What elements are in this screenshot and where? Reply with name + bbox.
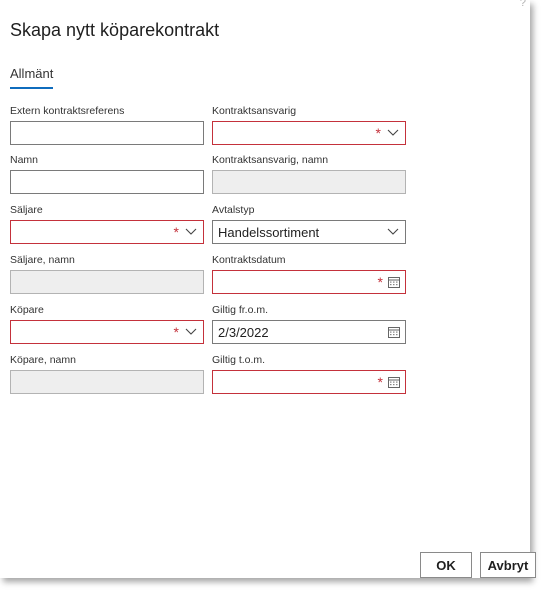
kopare-namn-field: Köpare, namn — [10, 354, 204, 394]
kontraktsansvarig-select[interactable]: * — [212, 121, 406, 145]
required-mark: * — [377, 274, 383, 290]
giltig-tom-label: Giltig t.o.m. — [212, 354, 266, 366]
kopare-label: Köpare — [10, 304, 44, 316]
calendar-icon[interactable] — [388, 376, 400, 388]
required-mark: * — [173, 224, 179, 240]
saljare-select[interactable]: * — [10, 220, 204, 244]
kopare-namn-input — [10, 370, 204, 394]
chevron-down-icon[interactable] — [387, 129, 399, 137]
kontraktsdatum-label: Kontraktsdatum — [212, 254, 286, 266]
kontraktsdatum-field: Kontraktsdatum * — [212, 254, 406, 294]
calendar-icon[interactable] — [388, 276, 400, 288]
calendar-icon[interactable] — [388, 326, 400, 338]
ok-button[interactable]: OK — [420, 552, 472, 578]
chevron-down-icon[interactable] — [387, 228, 399, 236]
help-mark[interactable]: ? — [520, 0, 526, 9]
saljare-field: Säljare * — [10, 204, 204, 244]
giltig-tom-input[interactable]: * — [212, 370, 406, 394]
kontraktsansvarig-label: Kontraktsansvarig — [212, 105, 297, 117]
kopare-field: Köpare * — [10, 304, 204, 344]
kontraktsansvarig-namn-field: Kontraktsansvarig, namn — [212, 154, 406, 194]
kopare-select[interactable]: * — [10, 320, 204, 344]
kontraktsdatum-input[interactable]: * — [212, 270, 406, 294]
dialog-title: Skapa nytt köparekontrakt — [10, 20, 220, 40]
giltig-tom-field: Giltig t.o.m. * — [212, 354, 406, 394]
saljare-namn-label: Säljare, namn — [10, 254, 75, 266]
kontraktsansvarig-field: Kontraktsansvarig * — [212, 105, 406, 145]
saljare-label: Säljare — [10, 204, 43, 216]
namn-input[interactable] — [10, 170, 204, 194]
avtalstyp-label: Avtalstyp — [212, 204, 255, 216]
namn-field: Namn — [10, 154, 204, 194]
chevron-down-icon[interactable] — [185, 328, 197, 336]
kopare-namn-label: Köpare, namn — [10, 354, 76, 366]
required-mark: * — [173, 324, 179, 340]
required-mark: * — [375, 125, 381, 141]
saljare-namn-field: Säljare, namn — [10, 254, 204, 294]
giltig-from-label: Giltig fr.o.m. — [212, 304, 269, 316]
avtalstyp-field: Avtalstyp Handelssortiment — [212, 204, 406, 244]
tab-allmant[interactable]: Allmänt — [10, 66, 54, 89]
giltig-from-input[interactable]: 2/3/2022 — [212, 320, 406, 344]
cancel-button[interactable]: Avbryt — [480, 552, 536, 578]
kontraktsansvarig-namn-label: Kontraktsansvarig, namn — [212, 154, 329, 166]
extern-ref-input[interactable] — [10, 121, 204, 145]
saljare-namn-input — [10, 270, 204, 294]
avtalstyp-value: Handelssortiment — [218, 225, 320, 240]
extern-ref-label: Extern kontraktsreferens — [10, 105, 125, 117]
chevron-down-icon[interactable] — [185, 228, 197, 236]
extern-ref-field: Extern kontraktsreferens — [10, 105, 204, 145]
giltig-from-field: Giltig fr.o.m. 2/3/2022 — [212, 304, 406, 344]
giltig-from-value: 2/3/2022 — [218, 325, 269, 340]
namn-label: Namn — [10, 154, 39, 166]
required-mark: * — [377, 374, 383, 390]
avtalstyp-select[interactable]: Handelssortiment — [212, 220, 406, 244]
create-buyer-contract-dialog: ? Skapa nytt köparekontrakt Allmänt Exte… — [0, 0, 536, 578]
kontraktsansvarig-namn-input — [212, 170, 406, 194]
